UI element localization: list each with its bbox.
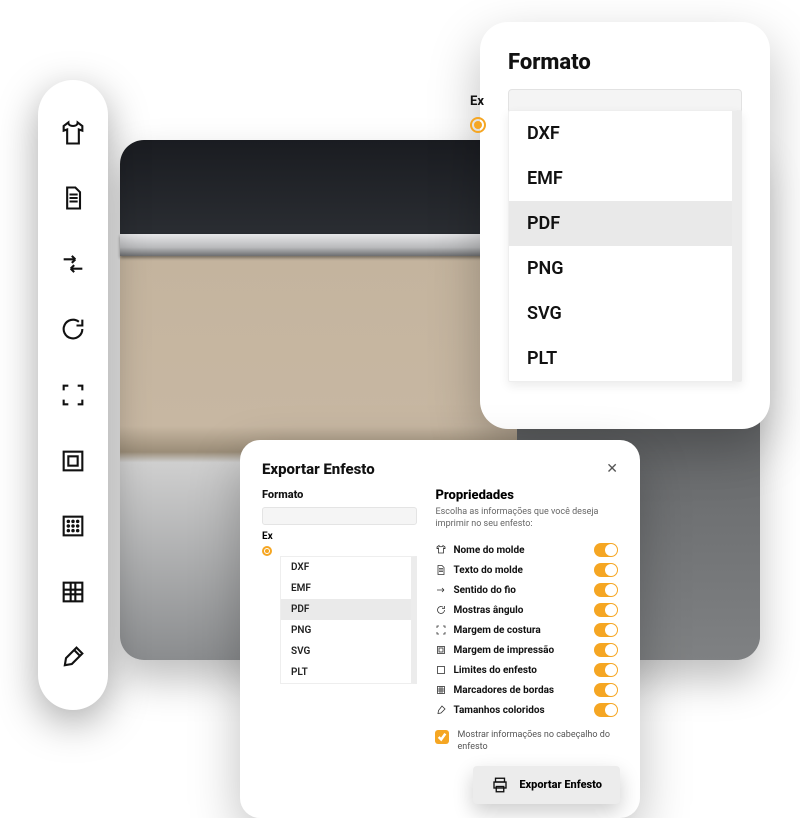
- grid-icon: [435, 684, 447, 696]
- formato-option-plt[interactable]: PLT: [509, 336, 732, 381]
- mini-formato-option-svg[interactable]: SVG: [281, 641, 411, 662]
- formato-option-png[interactable]: PNG: [509, 246, 732, 291]
- property-label: Limites do enfesto: [453, 665, 536, 676]
- header-info-checkbox-label: Mostrar informações no cabeçalho do enfe…: [457, 730, 618, 753]
- property-toggle[interactable]: [594, 663, 618, 677]
- export-dialog-title: Exportar Enfesto: [262, 460, 375, 478]
- property-toggle[interactable]: [594, 623, 618, 637]
- mini-formato-select[interactable]: [262, 507, 417, 525]
- close-icon[interactable]: ✕: [606, 461, 618, 477]
- formato-option-svg[interactable]: SVG: [509, 291, 732, 336]
- formato-dropdown-card: Formato Ex DXFEMFPDFPNGSVGPLT: [480, 22, 770, 429]
- mini-formato-option-png[interactable]: PNG: [281, 620, 411, 641]
- formato-title: Formato: [508, 50, 742, 75]
- export-enfesto-button[interactable]: Exportar Enfesto: [473, 766, 620, 804]
- header-info-checkbox[interactable]: [435, 730, 449, 744]
- mini-formato-label: Formato: [262, 488, 417, 501]
- property-toggle[interactable]: [594, 703, 618, 717]
- export-section-peek-label: Ex: [470, 94, 486, 109]
- formato-option-emf[interactable]: EMF: [509, 156, 732, 201]
- shirt-icon: [435, 544, 447, 556]
- shirt-icon[interactable]: [56, 116, 90, 150]
- brush-icon[interactable]: [56, 640, 90, 674]
- mini-formato-option-emf[interactable]: EMF: [281, 578, 411, 599]
- property-row: Sentido do fio: [435, 580, 618, 600]
- property-toggle[interactable]: [594, 683, 618, 697]
- property-row: Tamanhos coloridos: [435, 700, 618, 720]
- formato-option-dxf[interactable]: DXF: [509, 111, 732, 156]
- property-label: Sentido do fio: [453, 585, 515, 596]
- export-button-label: Exportar Enfesto: [519, 778, 602, 791]
- property-row: Limites do enfesto: [435, 660, 618, 680]
- export-section-peek: Ex: [470, 94, 486, 133]
- property-toggle[interactable]: [594, 643, 618, 657]
- rotate-icon[interactable]: [56, 312, 90, 346]
- document-icon[interactable]: [56, 181, 90, 215]
- mini-formato-option-plt[interactable]: PLT: [281, 662, 411, 683]
- mini-formato-option-dxf[interactable]: DXF: [281, 557, 411, 578]
- property-toggle[interactable]: [594, 543, 618, 557]
- property-label: Texto do molde: [453, 565, 522, 576]
- property-row: Texto do molde: [435, 560, 618, 580]
- property-label: Tamanhos coloridos: [453, 705, 544, 716]
- arrows-collapse-icon[interactable]: [56, 247, 90, 281]
- property-label: Margem de impressão: [453, 645, 554, 656]
- mini-export-radio[interactable]: [262, 546, 272, 556]
- printer-icon: [491, 776, 509, 794]
- properties-subtitle: Escolha as informações que você deseja i…: [435, 507, 618, 530]
- dotted-icon: [435, 664, 447, 676]
- brush-icon: [435, 704, 447, 716]
- mini-formato-options-list: DXFEMFPDFPNGSVGPLT: [280, 556, 417, 684]
- formato-options-list: DXFEMFPDFPNGSVGPLT: [508, 110, 742, 382]
- property-toggle[interactable]: [594, 603, 618, 617]
- property-row: Nome do molde: [435, 540, 618, 560]
- property-label: Mostras ângulo: [453, 605, 523, 616]
- property-label: Margem de costura: [453, 625, 540, 636]
- export-properties-column: Propriedades Escolha as informações que …: [435, 488, 618, 754]
- property-label: Nome do molde: [453, 545, 524, 556]
- mini-formato-option-pdf[interactable]: PDF: [281, 599, 411, 620]
- export-formato-column: Formato Ex DXFEMFPDFPNGSVGPLT: [262, 488, 417, 754]
- vertical-toolbar: [38, 80, 108, 710]
- properties-list: Nome do molde Texto do molde Sentido do fi…: [435, 540, 618, 720]
- doc-icon: [435, 564, 447, 576]
- frame-corners-icon[interactable]: [56, 378, 90, 412]
- arrow-icon: [435, 584, 447, 596]
- property-toggle[interactable]: [594, 583, 618, 597]
- rotate-icon: [435, 604, 447, 616]
- property-row: Margem de impressão: [435, 640, 618, 660]
- property-row: Margem de costura: [435, 620, 618, 640]
- formato-option-pdf[interactable]: PDF: [509, 201, 732, 246]
- export-enfesto-dialog: Exportar Enfesto ✕ Formato Ex DXFEMFPDFP…: [240, 440, 640, 818]
- properties-title: Propriedades: [435, 488, 618, 503]
- property-label: Marcadores de bordas: [453, 685, 554, 696]
- property-toggle[interactable]: [594, 563, 618, 577]
- property-row: Marcadores de bordas: [435, 680, 618, 700]
- dotted-square-icon[interactable]: [56, 509, 90, 543]
- square-icon: [435, 644, 447, 656]
- export-radio-selected[interactable]: [470, 117, 486, 133]
- frame-icon: [435, 624, 447, 636]
- grid-icon[interactable]: [56, 575, 90, 609]
- square-outline-icon[interactable]: [56, 444, 90, 478]
- mini-ex-label: Ex: [262, 531, 273, 542]
- property-row: Mostras ângulo: [435, 600, 618, 620]
